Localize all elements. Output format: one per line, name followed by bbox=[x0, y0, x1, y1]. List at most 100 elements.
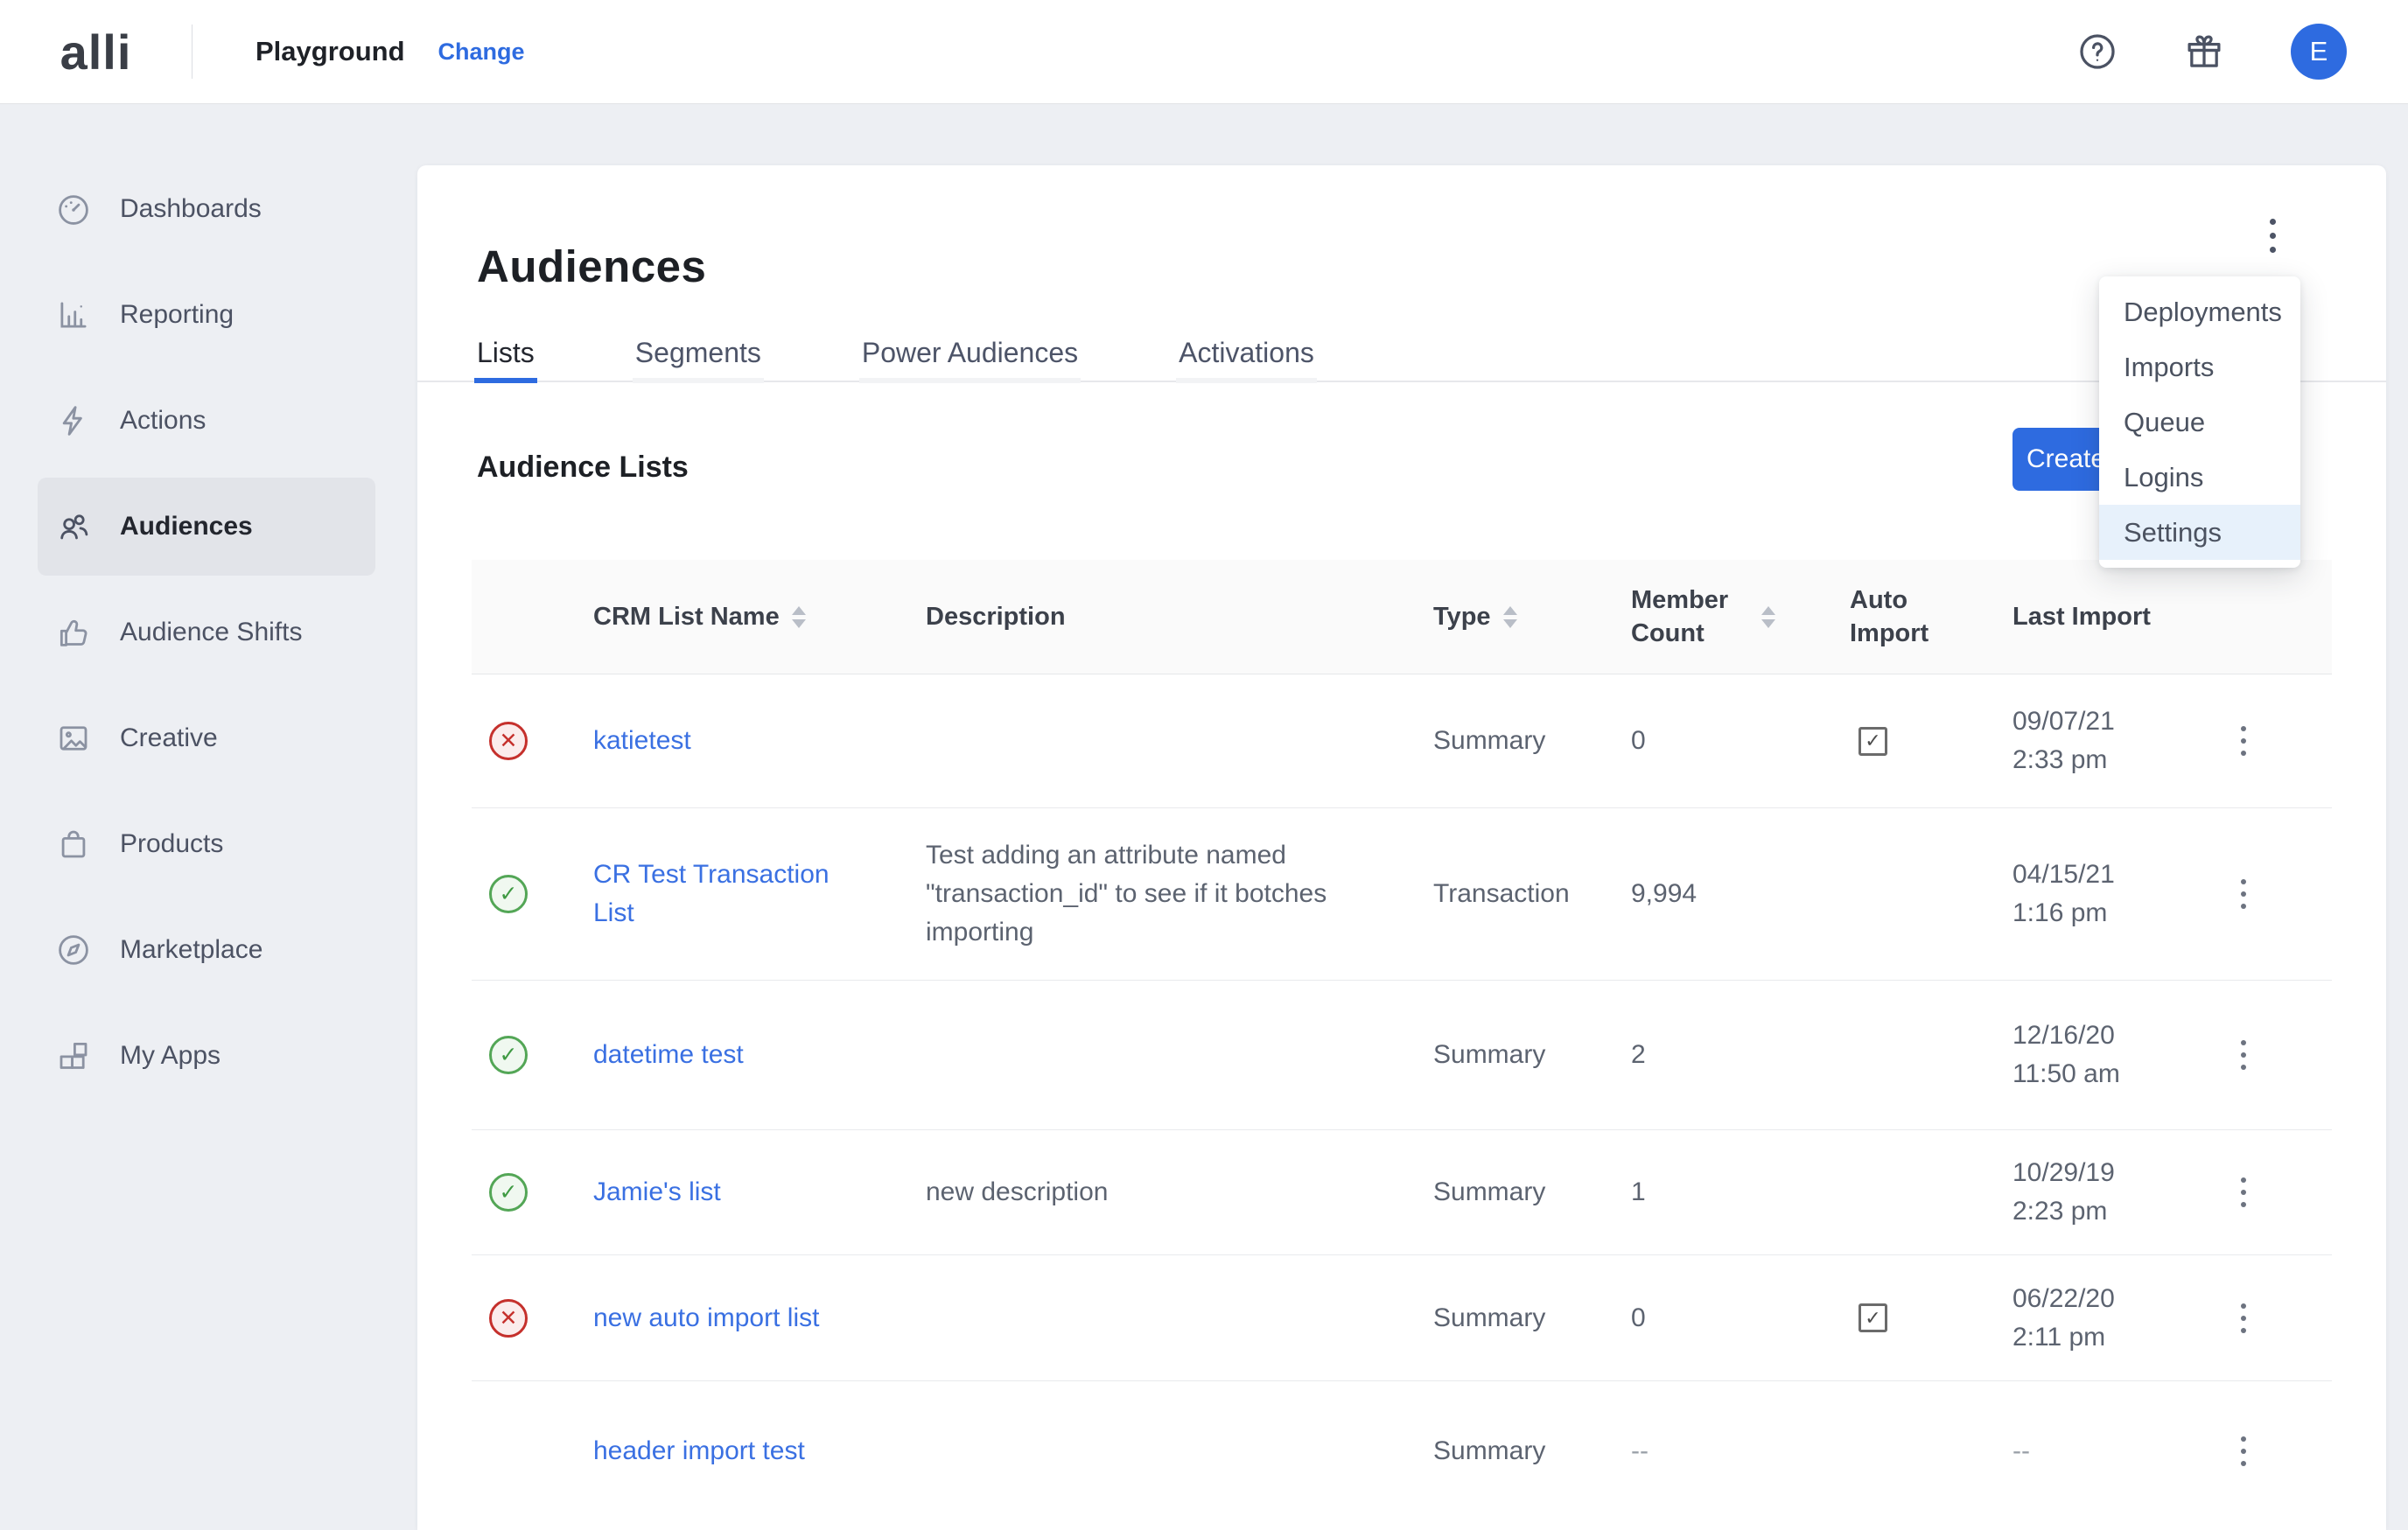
section-title: Audience Lists bbox=[477, 451, 689, 485]
list-name-link[interactable]: Jamie's list bbox=[593, 1177, 721, 1206]
help-icon[interactable] bbox=[2077, 31, 2118, 72]
row-kebab-menu-button[interactable] bbox=[2222, 870, 2264, 919]
column-header-description: Description bbox=[926, 600, 1433, 633]
image-icon bbox=[55, 720, 92, 757]
tab-power-audiences[interactable]: Power Audiences bbox=[862, 324, 1078, 381]
sidebar-item-label: Actions bbox=[120, 406, 206, 436]
row-kebab-menu-button[interactable] bbox=[2222, 1030, 2264, 1079]
sidebar-item-marketplace[interactable]: Marketplace bbox=[38, 901, 375, 999]
column-header-label: Auto Import bbox=[1850, 583, 1942, 650]
column-header-label: CRM List Name bbox=[593, 600, 780, 633]
tab-activations[interactable]: Activations bbox=[1179, 324, 1314, 381]
type-cell: Summary bbox=[1433, 722, 1631, 760]
user-avatar[interactable]: E bbox=[2291, 24, 2347, 80]
gift-icon[interactable] bbox=[2184, 31, 2224, 72]
list-name-link[interactable]: datetime test bbox=[593, 1040, 744, 1069]
tab-bar: Lists Segments Power Audiences Activations bbox=[417, 325, 2386, 382]
list-name-link[interactable]: header import test bbox=[593, 1436, 805, 1465]
crm-list-name-cell: katietest bbox=[593, 722, 926, 760]
column-header-auto-import: Auto Import bbox=[1850, 583, 2012, 650]
status-cell: ✓ bbox=[472, 1036, 593, 1074]
sidebar-item-label: Reporting bbox=[120, 300, 234, 330]
description-cell: new description bbox=[926, 1173, 1433, 1212]
page-kebab-menu-button[interactable] bbox=[2251, 211, 2293, 260]
row-kebab-menu-button[interactable] bbox=[2222, 1427, 2264, 1476]
sidebar-item-audience-shifts[interactable]: Audience Shifts bbox=[38, 583, 375, 681]
sidebar-item-label: Creative bbox=[120, 723, 218, 753]
sidebar-item-creative[interactable]: Creative bbox=[38, 689, 375, 787]
column-header-label: Type bbox=[1433, 600, 1491, 633]
menu-item-deployments[interactable]: Deployments bbox=[2099, 284, 2300, 339]
last-import-cell: 04/15/211:16 pm bbox=[2012, 856, 2222, 933]
crm-list-name-cell: datetime test bbox=[593, 1036, 926, 1074]
menu-item-logins[interactable]: Logins bbox=[2099, 450, 2300, 505]
table-header-row: CRM List Name DescriptionType Member Count… bbox=[472, 560, 2332, 674]
last-import-cell: 06/22/202:11 pm bbox=[2012, 1280, 2222, 1357]
sidebar-item-my-apps[interactable]: My Apps bbox=[38, 1007, 375, 1105]
column-header-last-import: Last Import bbox=[2012, 600, 2222, 633]
sidebar-item-reporting[interactable]: Reporting bbox=[38, 266, 375, 364]
row-kebab-menu-button[interactable] bbox=[2222, 1294, 2264, 1343]
crm-list-name-cell: new auto import list bbox=[593, 1299, 926, 1338]
member-count-cell: -- bbox=[1631, 1432, 1850, 1471]
tab-segments[interactable]: Segments bbox=[635, 324, 761, 381]
thumb-up-icon bbox=[55, 614, 92, 651]
type-cell: Transaction bbox=[1433, 875, 1631, 913]
compass-icon bbox=[55, 932, 92, 968]
sidebar-item-label: Audience Shifts bbox=[120, 618, 302, 647]
menu-item-settings[interactable]: Settings bbox=[2099, 505, 2300, 560]
sort-arrows-icon[interactable] bbox=[1503, 606, 1517, 628]
tab-lists[interactable]: Lists bbox=[477, 324, 535, 381]
column-header-member-count[interactable]: Member Count bbox=[1631, 583, 1850, 650]
error-status-icon: ✕ bbox=[489, 1299, 528, 1338]
sidebar-item-label: Audiences bbox=[120, 512, 253, 541]
sidebar-item-label: Products bbox=[120, 829, 223, 859]
menu-item-imports[interactable]: Imports bbox=[2099, 339, 2300, 395]
success-status-icon: ✓ bbox=[489, 875, 528, 913]
sidebar-item-products[interactable]: Products bbox=[38, 795, 375, 893]
bag-icon bbox=[55, 826, 92, 863]
description-cell: Test adding an attribute named "transact… bbox=[926, 836, 1433, 952]
sidebar-item-audiences[interactable]: Audiences bbox=[38, 478, 375, 576]
type-cell: Summary bbox=[1433, 1432, 1631, 1471]
sidebar: Dashboards Reporting Actions Audiences Audie… bbox=[0, 103, 417, 1452]
change-workspace-link[interactable]: Change bbox=[438, 38, 525, 66]
topbar-actions: E bbox=[2077, 24, 2408, 80]
sort-arrows-icon[interactable] bbox=[1761, 606, 1775, 628]
menu-item-queue[interactable]: Queue bbox=[2099, 395, 2300, 450]
status-cell: ✓ bbox=[472, 875, 593, 913]
auto-import-cell: ✓ bbox=[1850, 1303, 2012, 1332]
crm-list-name-cell: CR Test Transaction List bbox=[593, 856, 926, 933]
sidebar-item-label: Dashboards bbox=[120, 194, 262, 224]
row-kebab-menu-button[interactable] bbox=[2222, 1168, 2264, 1217]
list-name-link[interactable]: new auto import list bbox=[593, 1303, 819, 1332]
type-cell: Summary bbox=[1433, 1036, 1631, 1074]
column-header-crm-list-name[interactable]: CRM List Name bbox=[593, 600, 926, 633]
column-header-type[interactable]: Type bbox=[1433, 600, 1631, 633]
row-kebab-menu-button[interactable] bbox=[2222, 716, 2264, 765]
auto-import-checkbox[interactable]: ✓ bbox=[1858, 727, 1887, 756]
status-cell: ✓ bbox=[472, 1173, 593, 1212]
member-count-cell: 2 bbox=[1631, 1036, 1850, 1074]
type-cell: Summary bbox=[1433, 1299, 1631, 1338]
sidebar-item-actions[interactable]: Actions bbox=[38, 372, 375, 470]
member-count-cell: 0 bbox=[1631, 722, 1850, 760]
page-title: Audiences bbox=[477, 241, 706, 292]
list-name-link[interactable]: katietest bbox=[593, 726, 691, 755]
row-actions-cell bbox=[2222, 1030, 2292, 1079]
status-cell: ✕ bbox=[472, 1299, 593, 1338]
list-name-link[interactable]: CR Test Transaction List bbox=[593, 860, 830, 927]
column-header-label: Last Import bbox=[2012, 600, 2151, 633]
success-status-icon: ✓ bbox=[489, 1173, 528, 1212]
audiences-panel: Audiences Lists Segments Power Audiences Ac… bbox=[417, 165, 2386, 1530]
table-row: header import testSummary---- bbox=[472, 1381, 2332, 1521]
app-logo: alli bbox=[0, 24, 192, 80]
auto-import-checkbox[interactable]: ✓ bbox=[1858, 1303, 1887, 1332]
sort-arrows-icon[interactable] bbox=[792, 606, 806, 628]
sidebar-item-label: Marketplace bbox=[120, 935, 262, 965]
column-header-label: Member Count bbox=[1631, 583, 1749, 650]
sidebar-item-dashboards[interactable]: Dashboards bbox=[38, 160, 375, 258]
row-actions-cell bbox=[2222, 870, 2292, 919]
member-count-cell: 1 bbox=[1631, 1173, 1850, 1212]
row-actions-cell bbox=[2222, 1294, 2292, 1343]
